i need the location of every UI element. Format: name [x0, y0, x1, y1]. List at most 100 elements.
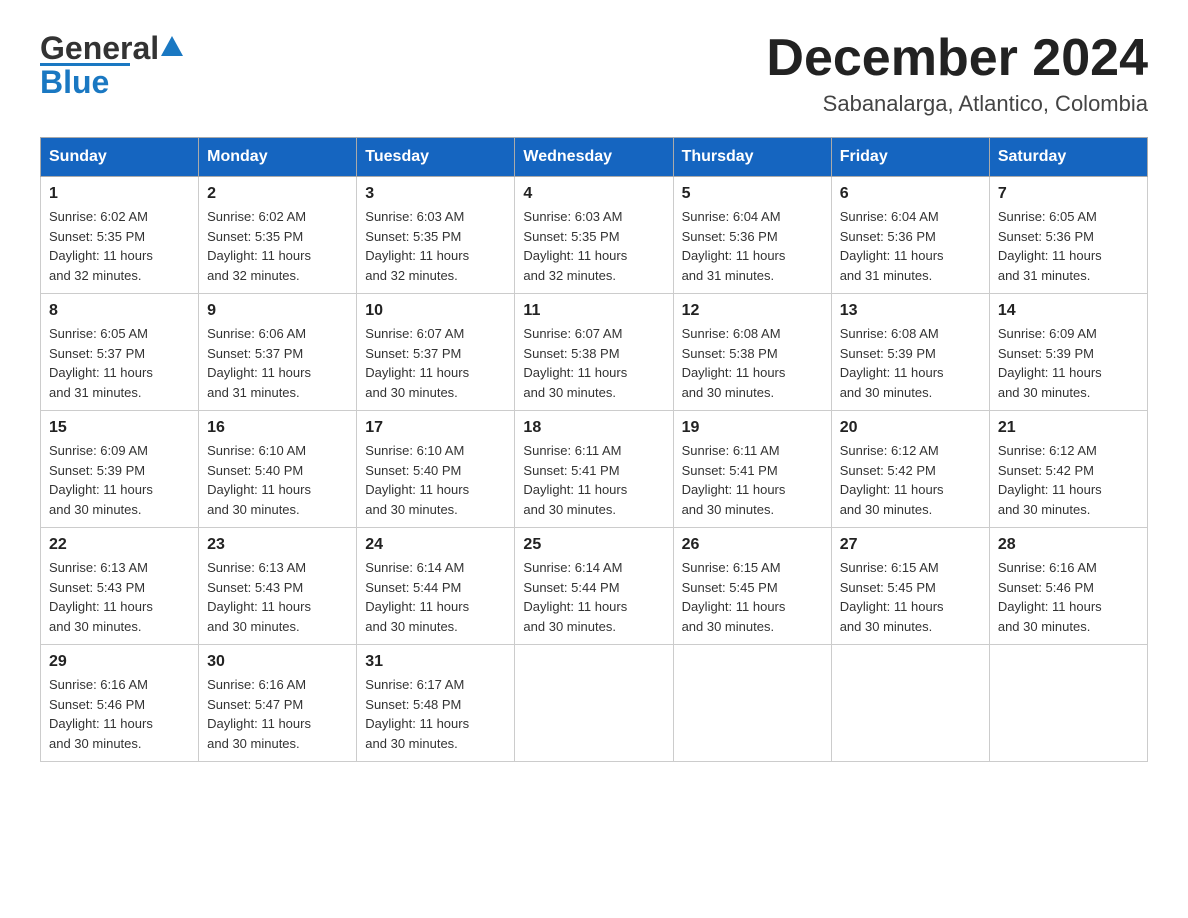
day-info: Sunrise: 6:05 AMSunset: 5:37 PMDaylight:… — [49, 324, 190, 402]
day-number: 14 — [998, 302, 1139, 320]
col-friday: Friday — [831, 138, 989, 177]
col-sunday: Sunday — [41, 138, 199, 177]
day-info: Sunrise: 6:13 AMSunset: 5:43 PMDaylight:… — [207, 558, 348, 636]
table-row: 20 Sunrise: 6:12 AMSunset: 5:42 PMDayligh… — [831, 411, 989, 528]
day-number: 2 — [207, 185, 348, 203]
calendar-week-3: 15Sunrise: 6:09 AMSunset: 5:39 PMDayligh… — [41, 411, 1148, 528]
table-row: 31 Sunrise: 6:17 AMSunset: 5:48 PMDayligh… — [357, 645, 515, 762]
day-number: 22 — [49, 536, 190, 554]
day-number: 27 — [840, 536, 981, 554]
day-number: 28 — [998, 536, 1139, 554]
day-number: 24 — [365, 536, 506, 554]
day-info: Sunrise: 6:10 AMSunset: 5:40 PMDaylight:… — [207, 441, 348, 519]
day-number: 23 — [207, 536, 348, 554]
table-row: 11Sunrise: 6:07 AMSunset: 5:38 PMDayligh… — [515, 294, 673, 411]
table-row: 24Sunrise: 6:14 AMSunset: 5:44 PMDayligh… — [357, 528, 515, 645]
table-row: 7 Sunrise: 6:05 AMSunset: 5:36 PMDaylight… — [989, 177, 1147, 294]
day-info: Sunrise: 6:08 AMSunset: 5:39 PMDaylight:… — [840, 324, 981, 402]
day-info: Sunrise: 6:13 AMSunset: 5:43 PMDaylight:… — [49, 558, 190, 636]
day-number: 16 — [207, 419, 348, 437]
table-row — [515, 645, 673, 762]
calendar-week-4: 22 Sunrise: 6:13 AMSunset: 5:43 PMDayligh… — [41, 528, 1148, 645]
day-info: Sunrise: 6:11 AMSunset: 5:41 PMDaylight:… — [523, 441, 664, 519]
col-saturday: Saturday — [989, 138, 1147, 177]
table-row: 16 Sunrise: 6:10 AMSunset: 5:40 PMDayligh… — [199, 411, 357, 528]
page-header: General Blue December 2024 Sabanalarga, … — [40, 30, 1148, 117]
col-monday: Monday — [199, 138, 357, 177]
day-info: Sunrise: 6:15 AMSunset: 5:45 PMDaylight:… — [682, 558, 823, 636]
day-number: 8 — [49, 302, 190, 320]
col-wednesday: Wednesday — [515, 138, 673, 177]
day-number: 29 — [49, 653, 190, 671]
table-row: 29 Sunrise: 6:16 AMSunset: 5:46 PMDayligh… — [41, 645, 199, 762]
table-row: 17 Sunrise: 6:10 AMSunset: 5:40 PMDayligh… — [357, 411, 515, 528]
day-info: Sunrise: 6:10 AMSunset: 5:40 PMDaylight:… — [365, 441, 506, 519]
day-info: Sunrise: 6:03 AMSunset: 5:35 PMDaylight:… — [365, 207, 506, 285]
day-info: Sunrise: 6:16 AMSunset: 5:47 PMDaylight:… — [207, 675, 348, 753]
day-number: 21 — [998, 419, 1139, 437]
day-number: 25 — [523, 536, 664, 554]
day-number: 31 — [365, 653, 506, 671]
day-info: Sunrise: 6:02 AMSunset: 5:35 PMDaylight:… — [49, 207, 190, 285]
day-info: Sunrise: 6:12 AMSunset: 5:42 PMDaylight:… — [998, 441, 1139, 519]
calendar-week-1: 1 Sunrise: 6:02 AMSunset: 5:35 PMDaylight… — [41, 177, 1148, 294]
col-tuesday: Tuesday — [357, 138, 515, 177]
table-row: 14 Sunrise: 6:09 AMSunset: 5:39 PMDayligh… — [989, 294, 1147, 411]
table-row: 3Sunrise: 6:03 AMSunset: 5:35 PMDaylight… — [357, 177, 515, 294]
day-number: 15 — [49, 419, 190, 437]
table-row: 15Sunrise: 6:09 AMSunset: 5:39 PMDayligh… — [41, 411, 199, 528]
day-number: 1 — [49, 185, 190, 203]
table-row: 10Sunrise: 6:07 AMSunset: 5:37 PMDayligh… — [357, 294, 515, 411]
table-row: 1 Sunrise: 6:02 AMSunset: 5:35 PMDaylight… — [41, 177, 199, 294]
table-row: 22 Sunrise: 6:13 AMSunset: 5:43 PMDayligh… — [41, 528, 199, 645]
calendar-week-5: 29 Sunrise: 6:16 AMSunset: 5:46 PMDayligh… — [41, 645, 1148, 762]
day-number: 5 — [682, 185, 823, 203]
table-row: 12 Sunrise: 6:08 AMSunset: 5:38 PMDayligh… — [673, 294, 831, 411]
table-row: 6 Sunrise: 6:04 AMSunset: 5:36 PMDaylight… — [831, 177, 989, 294]
table-row: 30 Sunrise: 6:16 AMSunset: 5:47 PMDayligh… — [199, 645, 357, 762]
day-info: Sunrise: 6:09 AMSunset: 5:39 PMDaylight:… — [998, 324, 1139, 402]
month-title: December 2024 — [766, 30, 1148, 87]
calendar-table: Sunday Monday Tuesday Wednesday Thursday… — [40, 137, 1148, 762]
day-number: 6 — [840, 185, 981, 203]
table-row: 28 Sunrise: 6:16 AMSunset: 5:46 PMDayligh… — [989, 528, 1147, 645]
day-number: 30 — [207, 653, 348, 671]
day-info: Sunrise: 6:11 AMSunset: 5:41 PMDaylight:… — [682, 441, 823, 519]
logo-triangle-icon — [161, 36, 183, 56]
day-number: 13 — [840, 302, 981, 320]
day-info: Sunrise: 6:17 AMSunset: 5:48 PMDaylight:… — [365, 675, 506, 753]
table-row: 19Sunrise: 6:11 AMSunset: 5:41 PMDayligh… — [673, 411, 831, 528]
day-info: Sunrise: 6:04 AMSunset: 5:36 PMDaylight:… — [840, 207, 981, 285]
location-subtitle: Sabanalarga, Atlantico, Colombia — [766, 91, 1148, 117]
day-number: 17 — [365, 419, 506, 437]
calendar-week-2: 8 Sunrise: 6:05 AMSunset: 5:37 PMDaylight… — [41, 294, 1148, 411]
day-number: 20 — [840, 419, 981, 437]
day-number: 12 — [682, 302, 823, 320]
table-row: 2 Sunrise: 6:02 AMSunset: 5:35 PMDaylight… — [199, 177, 357, 294]
calendar-header-row: Sunday Monday Tuesday Wednesday Thursday… — [41, 138, 1148, 177]
table-row: 8 Sunrise: 6:05 AMSunset: 5:37 PMDaylight… — [41, 294, 199, 411]
day-number: 26 — [682, 536, 823, 554]
table-row: 26 Sunrise: 6:15 AMSunset: 5:45 PMDayligh… — [673, 528, 831, 645]
day-info: Sunrise: 6:08 AMSunset: 5:38 PMDaylight:… — [682, 324, 823, 402]
day-info: Sunrise: 6:12 AMSunset: 5:42 PMDaylight:… — [840, 441, 981, 519]
day-info: Sunrise: 6:02 AMSunset: 5:35 PMDaylight:… — [207, 207, 348, 285]
table-row: 25 Sunrise: 6:14 AMSunset: 5:44 PMDayligh… — [515, 528, 673, 645]
day-info: Sunrise: 6:05 AMSunset: 5:36 PMDaylight:… — [998, 207, 1139, 285]
day-number: 7 — [998, 185, 1139, 203]
day-number: 9 — [207, 302, 348, 320]
table-row: 4Sunrise: 6:03 AMSunset: 5:35 PMDaylight… — [515, 177, 673, 294]
day-info: Sunrise: 6:07 AMSunset: 5:38 PMDaylight:… — [523, 324, 664, 402]
logo: General Blue — [40, 30, 183, 101]
day-info: Sunrise: 6:16 AMSunset: 5:46 PMDaylight:… — [998, 558, 1139, 636]
day-info: Sunrise: 6:04 AMSunset: 5:36 PMDaylight:… — [682, 207, 823, 285]
table-row: 13 Sunrise: 6:08 AMSunset: 5:39 PMDayligh… — [831, 294, 989, 411]
table-row — [989, 645, 1147, 762]
day-info: Sunrise: 6:15 AMSunset: 5:45 PMDaylight:… — [840, 558, 981, 636]
table-row: 18Sunrise: 6:11 AMSunset: 5:41 PMDayligh… — [515, 411, 673, 528]
day-info: Sunrise: 6:06 AMSunset: 5:37 PMDaylight:… — [207, 324, 348, 402]
day-info: Sunrise: 6:14 AMSunset: 5:44 PMDaylight:… — [523, 558, 664, 636]
table-row: 21 Sunrise: 6:12 AMSunset: 5:42 PMDayligh… — [989, 411, 1147, 528]
logo-blue-text: Blue — [40, 64, 109, 100]
day-info: Sunrise: 6:16 AMSunset: 5:46 PMDaylight:… — [49, 675, 190, 753]
